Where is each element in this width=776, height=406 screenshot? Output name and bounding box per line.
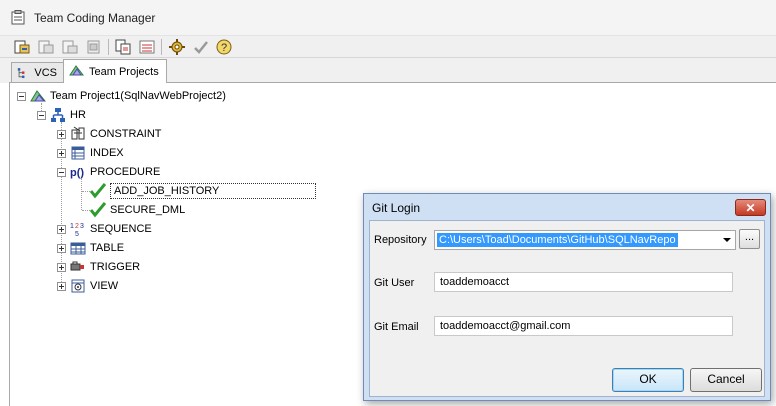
- view-label: VIEW: [90, 280, 119, 292]
- expand-toggle[interactable]: [57, 148, 66, 158]
- svg-text:1: 1: [70, 223, 74, 230]
- team-projects-icon: [69, 65, 84, 76]
- ok-button[interactable]: OK: [612, 368, 684, 392]
- svg-text:p(): p(): [70, 167, 84, 179]
- validate-icon[interactable]: [192, 38, 210, 56]
- index-icon: [71, 146, 85, 160]
- tab-vcs-label: VCS: [34, 67, 57, 79]
- collapse-toggle[interactable]: [57, 167, 66, 177]
- undo-checkout-icon[interactable]: [61, 38, 79, 56]
- tree-connector: [82, 210, 90, 211]
- secure-dml-label: SECURE_DML: [110, 204, 186, 216]
- tree-node-index[interactable]: INDEX: [57, 144, 124, 162]
- sequence-label: SEQUENCE: [90, 223, 152, 235]
- procedure-label: PROCEDURE: [90, 166, 161, 178]
- title-bar: Team Coding Manager: [0, 0, 776, 36]
- add-job-history-label: ADD_JOB_HISTORY: [110, 183, 316, 199]
- constraint-label: CONSTRAINT: [90, 128, 162, 140]
- tree-node-constraint[interactable]: CONSTRAINT: [57, 125, 162, 143]
- tree-node-project[interactable]: Team Project1(SqlNavWebProject2): [17, 87, 226, 105]
- tab-strip: VCS Team Projects: [0, 58, 776, 83]
- expand-toggle[interactable]: [57, 224, 66, 234]
- checkmark-icon: [90, 202, 106, 218]
- table-icon: [70, 242, 86, 255]
- tree-node-secure-dml[interactable]: SECURE_DML: [90, 201, 185, 219]
- svg-text:?: ?: [221, 42, 227, 54]
- tree-node-view[interactable]: VIEW: [57, 277, 118, 295]
- trigger-label: TRIGGER: [90, 261, 141, 273]
- collapse-toggle[interactable]: [17, 91, 26, 101]
- checkmark-icon: [90, 183, 106, 199]
- clipboard-icon: [11, 10, 25, 25]
- help-icon[interactable]: ?: [215, 38, 233, 56]
- project-label: Team Project1(SqlNavWebProject2): [50, 90, 226, 102]
- trigger-icon: [70, 261, 84, 271]
- chevron-down-icon[interactable]: [723, 238, 731, 242]
- repository-label: Repository: [374, 234, 427, 246]
- table-label: TABLE: [90, 242, 125, 254]
- merge-icon[interactable]: [138, 38, 156, 56]
- repository-combobox[interactable]: C:\Users\Toad\Documents\GitHub\SQLNavRep…: [434, 230, 736, 250]
- tree-connector: [82, 191, 90, 192]
- toolbar: ?: [0, 36, 776, 58]
- browse-button[interactable]: ...: [739, 229, 760, 249]
- dialog-body: Repository C:\Users\Toad\Documents\GitHu…: [369, 220, 765, 397]
- procedure-icon: p(): [70, 167, 84, 179]
- expand-toggle[interactable]: [57, 129, 66, 139]
- tab-vcs[interactable]: VCS: [11, 62, 64, 83]
- tree-node-sequence[interactable]: 1 2 3 5 SEQUENCE: [57, 220, 152, 238]
- check-out-icon[interactable]: [37, 38, 55, 56]
- close-icon: ✕: [745, 200, 756, 215]
- git-email-input[interactable]: toaddemoacct@gmail.com: [434, 316, 733, 336]
- tree-node-trigger[interactable]: TRIGGER: [57, 258, 140, 276]
- compare-icon[interactable]: [114, 38, 132, 56]
- tree-node-schema[interactable]: HR: [37, 106, 86, 124]
- git-user-label: Git User: [374, 277, 415, 289]
- svg-text:3: 3: [80, 223, 84, 230]
- window-title: Team Coding Manager: [34, 11, 156, 25]
- collapse-toggle[interactable]: [37, 110, 46, 120]
- close-button[interactable]: ✕: [735, 199, 766, 216]
- check-in-icon[interactable]: [13, 38, 31, 56]
- dialog-title-bar: Git Login ✕: [364, 194, 770, 220]
- index-label: INDEX: [90, 147, 124, 159]
- tree-node-procedure[interactable]: p() PROCEDURE: [57, 163, 160, 181]
- constraint-icon: [71, 126, 85, 140]
- git-user-input[interactable]: toaddemoacct: [434, 272, 733, 292]
- svg-text:2: 2: [75, 223, 79, 230]
- tab-team-projects[interactable]: Team Projects: [63, 59, 167, 83]
- git-email-label: Git Email: [374, 321, 419, 333]
- sequence-icon: 1 2 3 5: [70, 223, 84, 237]
- expand-toggle[interactable]: [57, 281, 66, 291]
- git-login-dialog: Git Login ✕ Repository C:\Users\Toad\Doc…: [363, 193, 771, 401]
- toolbar-separator: [108, 39, 109, 55]
- team-project-icon: [30, 90, 46, 102]
- vcs-icon: [17, 67, 25, 78]
- repository-value: C:\Users\Toad\Documents\GitHub\SQLNavRep…: [437, 233, 678, 247]
- expand-toggle[interactable]: [57, 243, 66, 253]
- tree-node-table[interactable]: TABLE: [57, 239, 124, 257]
- cancel-button[interactable]: Cancel: [690, 368, 762, 392]
- dialog-title: Git Login: [372, 201, 421, 215]
- view-icon: [71, 279, 85, 293]
- svg-text:5: 5: [75, 231, 79, 237]
- settings-icon[interactable]: [168, 38, 186, 56]
- schema-icon: [51, 108, 65, 122]
- tree-connector: [81, 179, 82, 210]
- tree-node-add-job-history[interactable]: ADD_JOB_HISTORY: [90, 182, 316, 200]
- expand-toggle[interactable]: [57, 262, 66, 272]
- toolbar-separator: [161, 39, 162, 55]
- get-latest-icon[interactable]: [85, 38, 103, 56]
- schema-label: HR: [70, 109, 86, 121]
- tab-team-projects-label: Team Projects: [89, 65, 159, 78]
